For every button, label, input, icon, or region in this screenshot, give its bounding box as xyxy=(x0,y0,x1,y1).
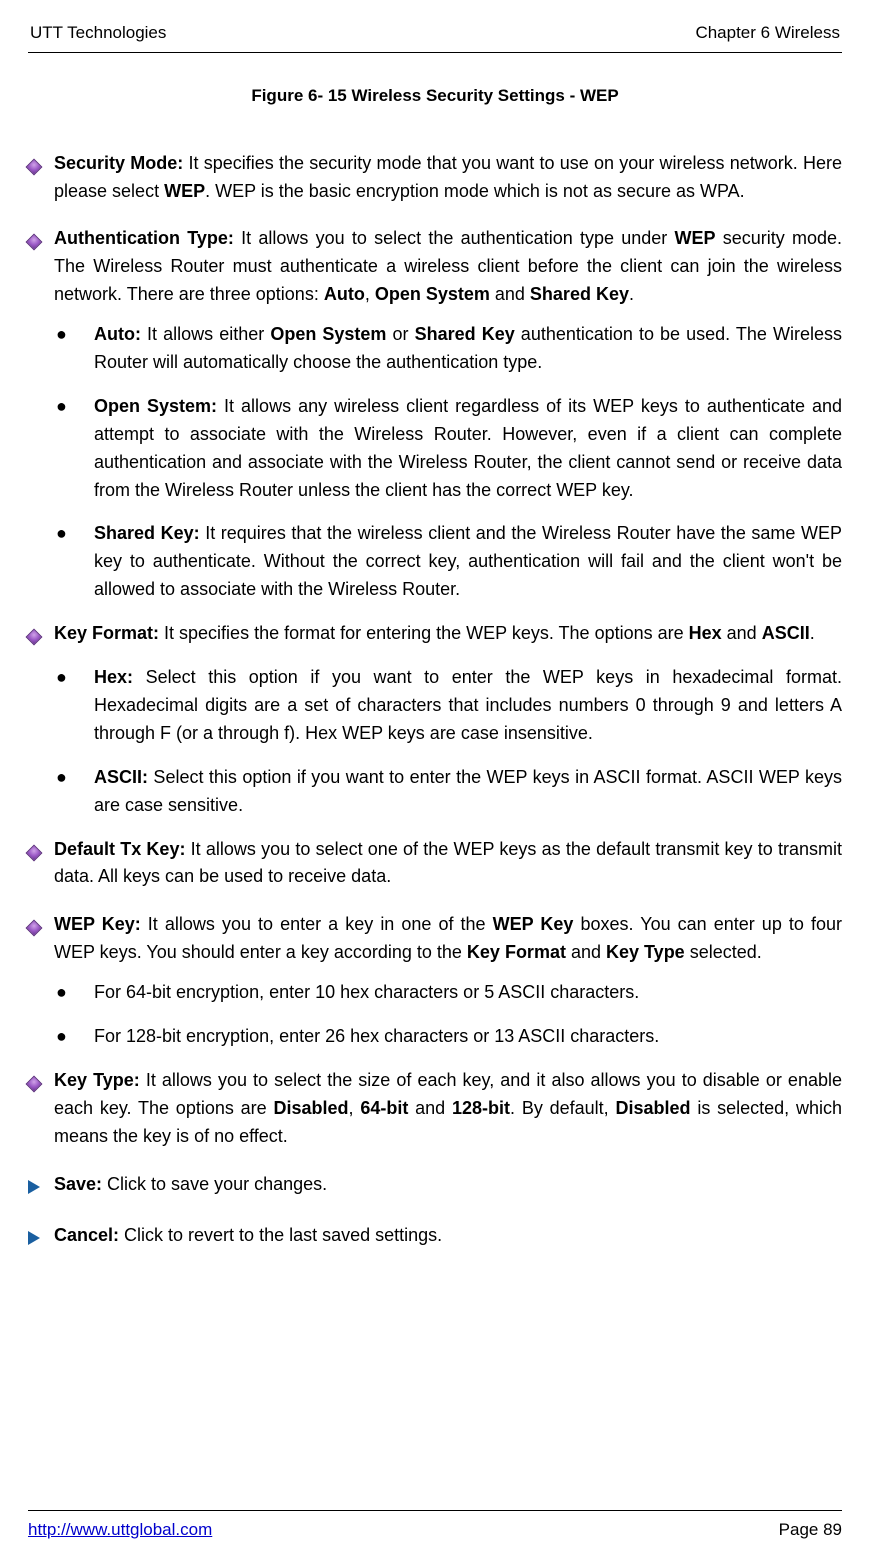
sub-64bit: ● For 64-bit encryption, enter 10 hex ch… xyxy=(56,979,842,1007)
item-text: WEP Key: It allows you to enter a key in… xyxy=(54,911,842,967)
label: Key Format: xyxy=(54,623,159,643)
label: Save: xyxy=(54,1174,102,1194)
bullet-icon: ● xyxy=(56,664,94,748)
item-key-type: Key Type: It allows you to select the si… xyxy=(28,1067,842,1151)
item-security-mode: Security Mode: It specifies the security… xyxy=(28,150,842,206)
item-text: Cancel: Click to revert to the last save… xyxy=(54,1222,842,1254)
bullet-icon: ● xyxy=(56,321,94,377)
item-wep-key: WEP Key: It allows you to enter a key in… xyxy=(28,911,842,967)
header-rule xyxy=(28,52,842,53)
item-key-format: Key Format: It specifies the format for … xyxy=(28,620,842,652)
diamond-icon xyxy=(28,620,54,652)
sub-hex: ● Hex: Select this option if you want to… xyxy=(56,664,842,748)
sub-128bit: ● For 128-bit encryption, enter 26 hex c… xyxy=(56,1023,842,1051)
sub-auto: ● Auto: It allows either Open System or … xyxy=(56,321,842,377)
diamond-icon xyxy=(28,911,54,967)
bullet-icon: ● xyxy=(56,1023,94,1051)
header-right: Chapter 6 Wireless xyxy=(695,20,840,46)
triangle-icon xyxy=(28,1171,54,1203)
bullet-icon: ● xyxy=(56,764,94,820)
diamond-icon xyxy=(28,1067,54,1151)
page-footer: http://www.uttglobal.com Page 89 xyxy=(28,1510,842,1543)
sub-open-system: ● Open System: It allows any wireless cl… xyxy=(56,393,842,505)
item-default-tx-key: Default Tx Key: It allows you to select … xyxy=(28,836,842,892)
item-text: Key Format: It specifies the format for … xyxy=(54,620,842,652)
footer-rule xyxy=(28,1510,842,1511)
sub-text: Shared Key: It requires that the wireles… xyxy=(94,520,842,604)
footer-url-link[interactable]: http://www.uttglobal.com xyxy=(28,1517,212,1543)
sub-shared-key: ● Shared Key: It requires that the wirel… xyxy=(56,520,842,604)
label: Cancel: xyxy=(54,1225,119,1245)
item-auth-type: Authentication Type: It allows you to se… xyxy=(28,225,842,309)
label: Security Mode: xyxy=(54,153,183,173)
item-text: Security Mode: It specifies the security… xyxy=(54,150,842,206)
triangle-icon xyxy=(28,1222,54,1254)
page-header: UTT Technologies Chapter 6 Wireless xyxy=(28,20,842,52)
header-left: UTT Technologies xyxy=(30,20,166,46)
page-number: Page 89 xyxy=(779,1517,842,1543)
label: Default Tx Key: xyxy=(54,839,185,859)
bullet-icon: ● xyxy=(56,393,94,505)
label: WEP Key: xyxy=(54,914,141,934)
sub-text: Hex: Select this option if you want to e… xyxy=(94,664,842,748)
sub-text: ASCII: Select this option if you want to… xyxy=(94,764,842,820)
sub-text: For 64-bit encryption, enter 10 hex char… xyxy=(94,979,842,1007)
item-cancel: Cancel: Click to revert to the last save… xyxy=(28,1222,842,1254)
item-text: Default Tx Key: It allows you to select … xyxy=(54,836,842,892)
sub-text: Open System: It allows any wireless clie… xyxy=(94,393,842,505)
bullet-icon: ● xyxy=(56,520,94,604)
figure-caption: Figure 6- 15 Wireless Security Settings … xyxy=(28,83,842,109)
item-text: Authentication Type: It allows you to se… xyxy=(54,225,842,309)
sub-ascii: ● ASCII: Select this option if you want … xyxy=(56,764,842,820)
diamond-icon xyxy=(28,225,54,309)
item-save: Save: Click to save your changes. xyxy=(28,1171,842,1203)
label: Key Type: xyxy=(54,1070,140,1090)
item-text: Save: Click to save your changes. xyxy=(54,1171,842,1203)
diamond-icon xyxy=(28,150,54,206)
sub-text: For 128-bit encryption, enter 26 hex cha… xyxy=(94,1023,842,1051)
label: Authentication Type: xyxy=(54,228,234,248)
diamond-icon xyxy=(28,836,54,892)
sub-text: Auto: It allows either Open System or Sh… xyxy=(94,321,842,377)
item-text: Key Type: It allows you to select the si… xyxy=(54,1067,842,1151)
bullet-icon: ● xyxy=(56,979,94,1007)
